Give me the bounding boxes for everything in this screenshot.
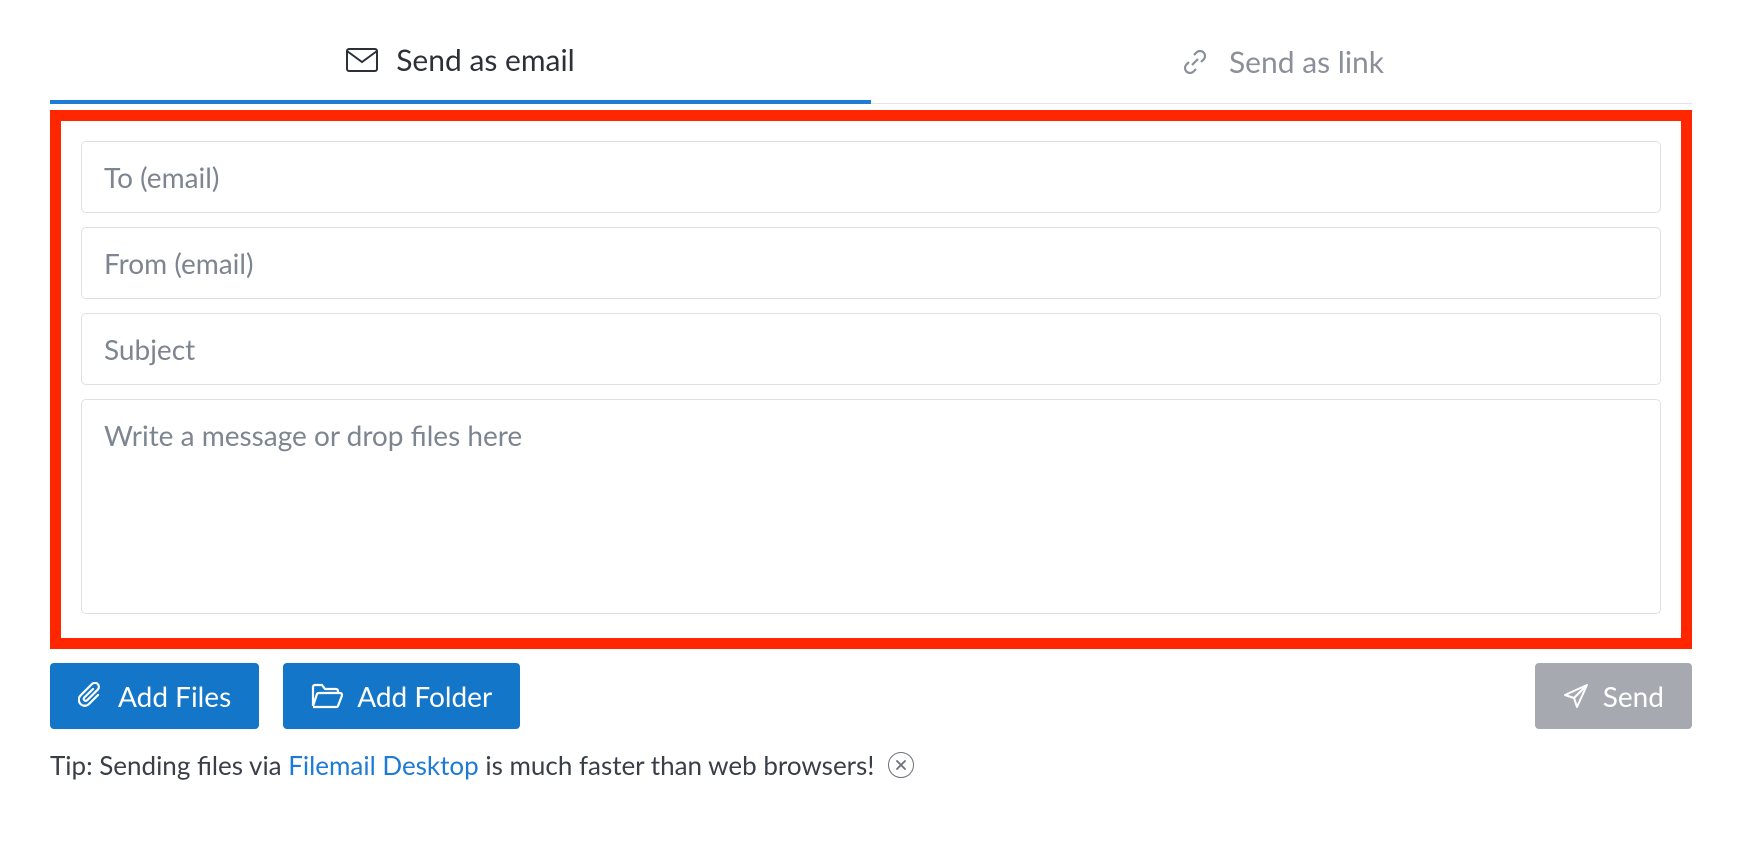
tip-prefix: Tip: Sending files via <box>50 749 288 781</box>
tab-send-as-link[interactable]: Send as link <box>871 20 1692 103</box>
add-folder-button[interactable]: Add Folder <box>283 663 520 729</box>
add-files-label: Add Files <box>118 679 231 713</box>
folder-open-icon <box>311 683 343 709</box>
send-label: Send <box>1603 679 1664 713</box>
tab-link-label: Send as link <box>1229 44 1384 80</box>
button-row: Add Files Add Folder Send <box>50 663 1692 729</box>
paper-plane-icon <box>1563 683 1589 709</box>
subject-input[interactable] <box>81 313 1661 385</box>
tip-row: Tip: Sending files via Filemail Desktop … <box>50 749 1692 781</box>
tabs-container: Send as email Send as link <box>50 20 1692 104</box>
tab-email-label: Send as email <box>396 42 575 78</box>
add-files-button[interactable]: Add Files <box>50 663 259 729</box>
button-group-left: Add Files Add Folder <box>50 663 520 729</box>
envelope-icon <box>346 44 378 76</box>
add-folder-label: Add Folder <box>357 679 492 713</box>
link-icon <box>1179 46 1211 78</box>
form-highlight-box <box>50 110 1692 649</box>
tip-link[interactable]: Filemail Desktop <box>288 749 478 781</box>
send-button[interactable]: Send <box>1535 663 1692 729</box>
paperclip-icon <box>78 682 104 710</box>
to-email-input[interactable] <box>81 141 1661 213</box>
tip-close-button[interactable] <box>888 752 914 778</box>
tip-text: Tip: Sending files via Filemail Desktop … <box>50 749 874 781</box>
message-textarea[interactable] <box>81 399 1661 614</box>
tip-suffix: is much faster than web browsers! <box>479 749 875 781</box>
tab-send-as-email[interactable]: Send as email <box>50 20 871 104</box>
from-email-input[interactable] <box>81 227 1661 299</box>
